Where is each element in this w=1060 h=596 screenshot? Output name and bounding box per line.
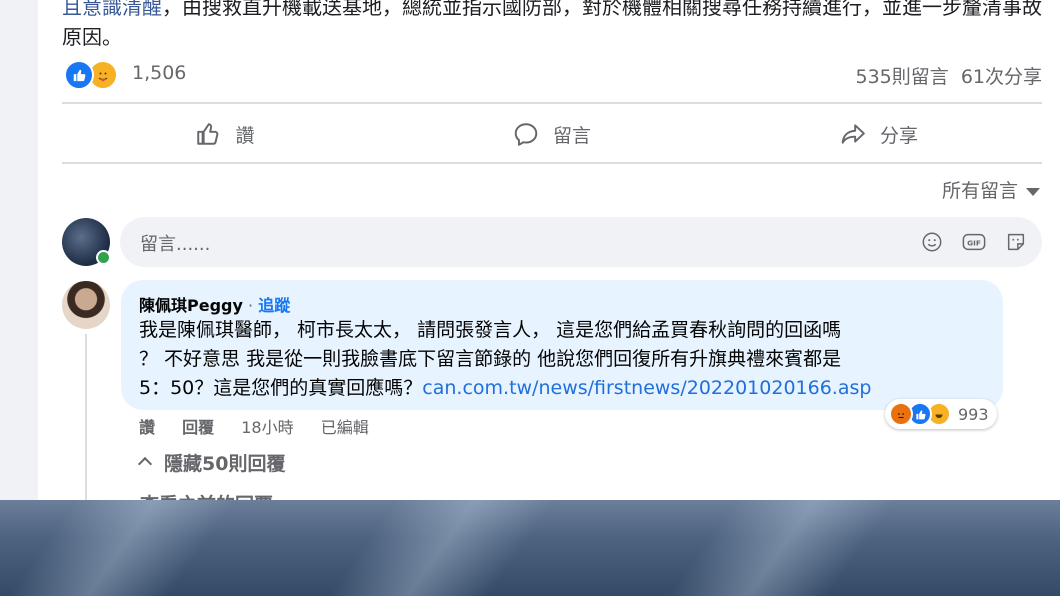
hide-replies-label: 隱藏50則回覆 [164,453,286,475]
comment-text-line: ？ 不好意思 我是從一則我臉書底下留言節錄的 他說您們回復所有升旗典禮來賓都是 [139,348,842,370]
comment-text-line: 我是陳佩琪醫師， 柯市長太太， 請問張發言人， 這是您們給孟買春秋詢問的回函嗎 [139,319,842,341]
comment-bubble-icon [514,123,538,146]
composer-icon-group: GIF [920,230,1028,254]
angry-reaction-icon [889,402,913,426]
like-button[interactable]: 讚 [62,106,388,162]
svg-text:GIF: GIF [967,239,981,248]
comment-header: 陳佩琪Peggy · 追蹤 [139,292,290,316]
chevron-up-icon [137,456,153,472]
emoji-icon[interactable] [920,230,944,254]
post-stats-row: 1,506 535則留言 61次分享 [62,58,1042,90]
gif-icon[interactable]: GIF [962,230,986,254]
comment-edited-label[interactable]: 已編輯 [321,418,369,437]
comment-text: 我是陳佩琪醫師， 柯市長太太， 請問張發言人， 這是您們給孟買春秋詢問的回函嗎 … [139,316,989,403]
post-text-content: ，由搜救直升機載送基地，總統並指示國防部，對於機體相關搜尋任務持續進行，並進一步… [62,0,1042,49]
comment-composer[interactable]: 留言...... GIF [120,217,1042,267]
comment-text-segment: 5：50？這是您們的真實回應嗎？ [139,377,423,399]
comments-count-link[interactable]: 535則留言 [856,66,949,88]
reactions-count[interactable]: 1,506 [132,62,186,84]
comment-sort-dropdown[interactable]: 所有留言 [942,176,1040,203]
comment-share-stats: 535則留言 61次分享 [856,62,1043,89]
comment-author-avatar[interactable] [62,281,110,329]
comment-like-link[interactable]: 讚 [139,418,155,437]
video-overlay-band [0,500,1060,596]
shares-count-link[interactable]: 61次分享 [961,66,1042,88]
like-button-label: 讚 [235,124,255,147]
thumbs-up-icon [197,123,219,145]
comment-sort-label: 所有留言 [941,180,1018,202]
current-user-avatar[interactable] [62,218,111,266]
band-streak [650,500,910,596]
comment-input-placeholder[interactable]: 留言...... [140,230,210,256]
comment-reaction-count: 993 [958,404,989,424]
share-arrow-icon [841,124,865,144]
comment-timestamp[interactable]: 18小時 [241,418,293,437]
comment-bubble: 陳佩琪Peggy · 追蹤 我是陳佩琪醫師， 柯市長太太， 請問張發言人， 這是… [121,280,1003,410]
post-action-bar: 讚 留言 分享 [62,106,1042,162]
comment-url-link[interactable]: can.com.tw/news/firstnews/202201020166.a… [422,377,871,399]
divider-top [62,102,1042,104]
comment-reply-link[interactable]: 回覆 [182,418,214,437]
sticker-icon[interactable] [1004,230,1028,254]
comment-author-name[interactable]: 陳佩琪Peggy [139,296,243,315]
divider-bottom [62,162,1042,164]
separator-dot: · [242,296,259,315]
share-button[interactable]: 分享 [716,106,1042,162]
comment-action-row: 讚 回覆 18小時 已編輯 [139,414,391,438]
post-text-line1: 且意識清醒，由搜救直升機載送基地，總統並指示國防部，對於機體相關搜尋任務持續進行… [62,0,1052,52]
reply-thread-line [85,334,87,504]
comment-button[interactable]: 留言 [389,106,715,162]
band-streak [310,500,570,596]
like-reaction-icon [64,60,94,90]
comment-button-label: 留言 [552,124,591,147]
comment-reactions-pill[interactable]: 993 [885,399,997,429]
caret-down-icon [1026,187,1040,196]
band-streak [0,500,250,596]
online-status-dot [96,250,111,265]
share-button-label: 分享 [879,124,918,147]
post-body-text: 且意識清醒，由搜救直升機載送基地，總統並指示國防部，對於機體相關搜尋任務持續進行… [62,0,1052,52]
page-gutter [0,0,38,500]
hide-replies-button[interactable]: 隱藏50則回覆 [137,449,286,476]
follow-link[interactable]: 追蹤 [258,296,290,315]
comment-text-line: 5：50？這是您們的真實回應嗎？can.com.tw/news/firstnew… [139,374,989,403]
post-hashtag-link[interactable]: 且意識清醒 [62,0,162,19]
